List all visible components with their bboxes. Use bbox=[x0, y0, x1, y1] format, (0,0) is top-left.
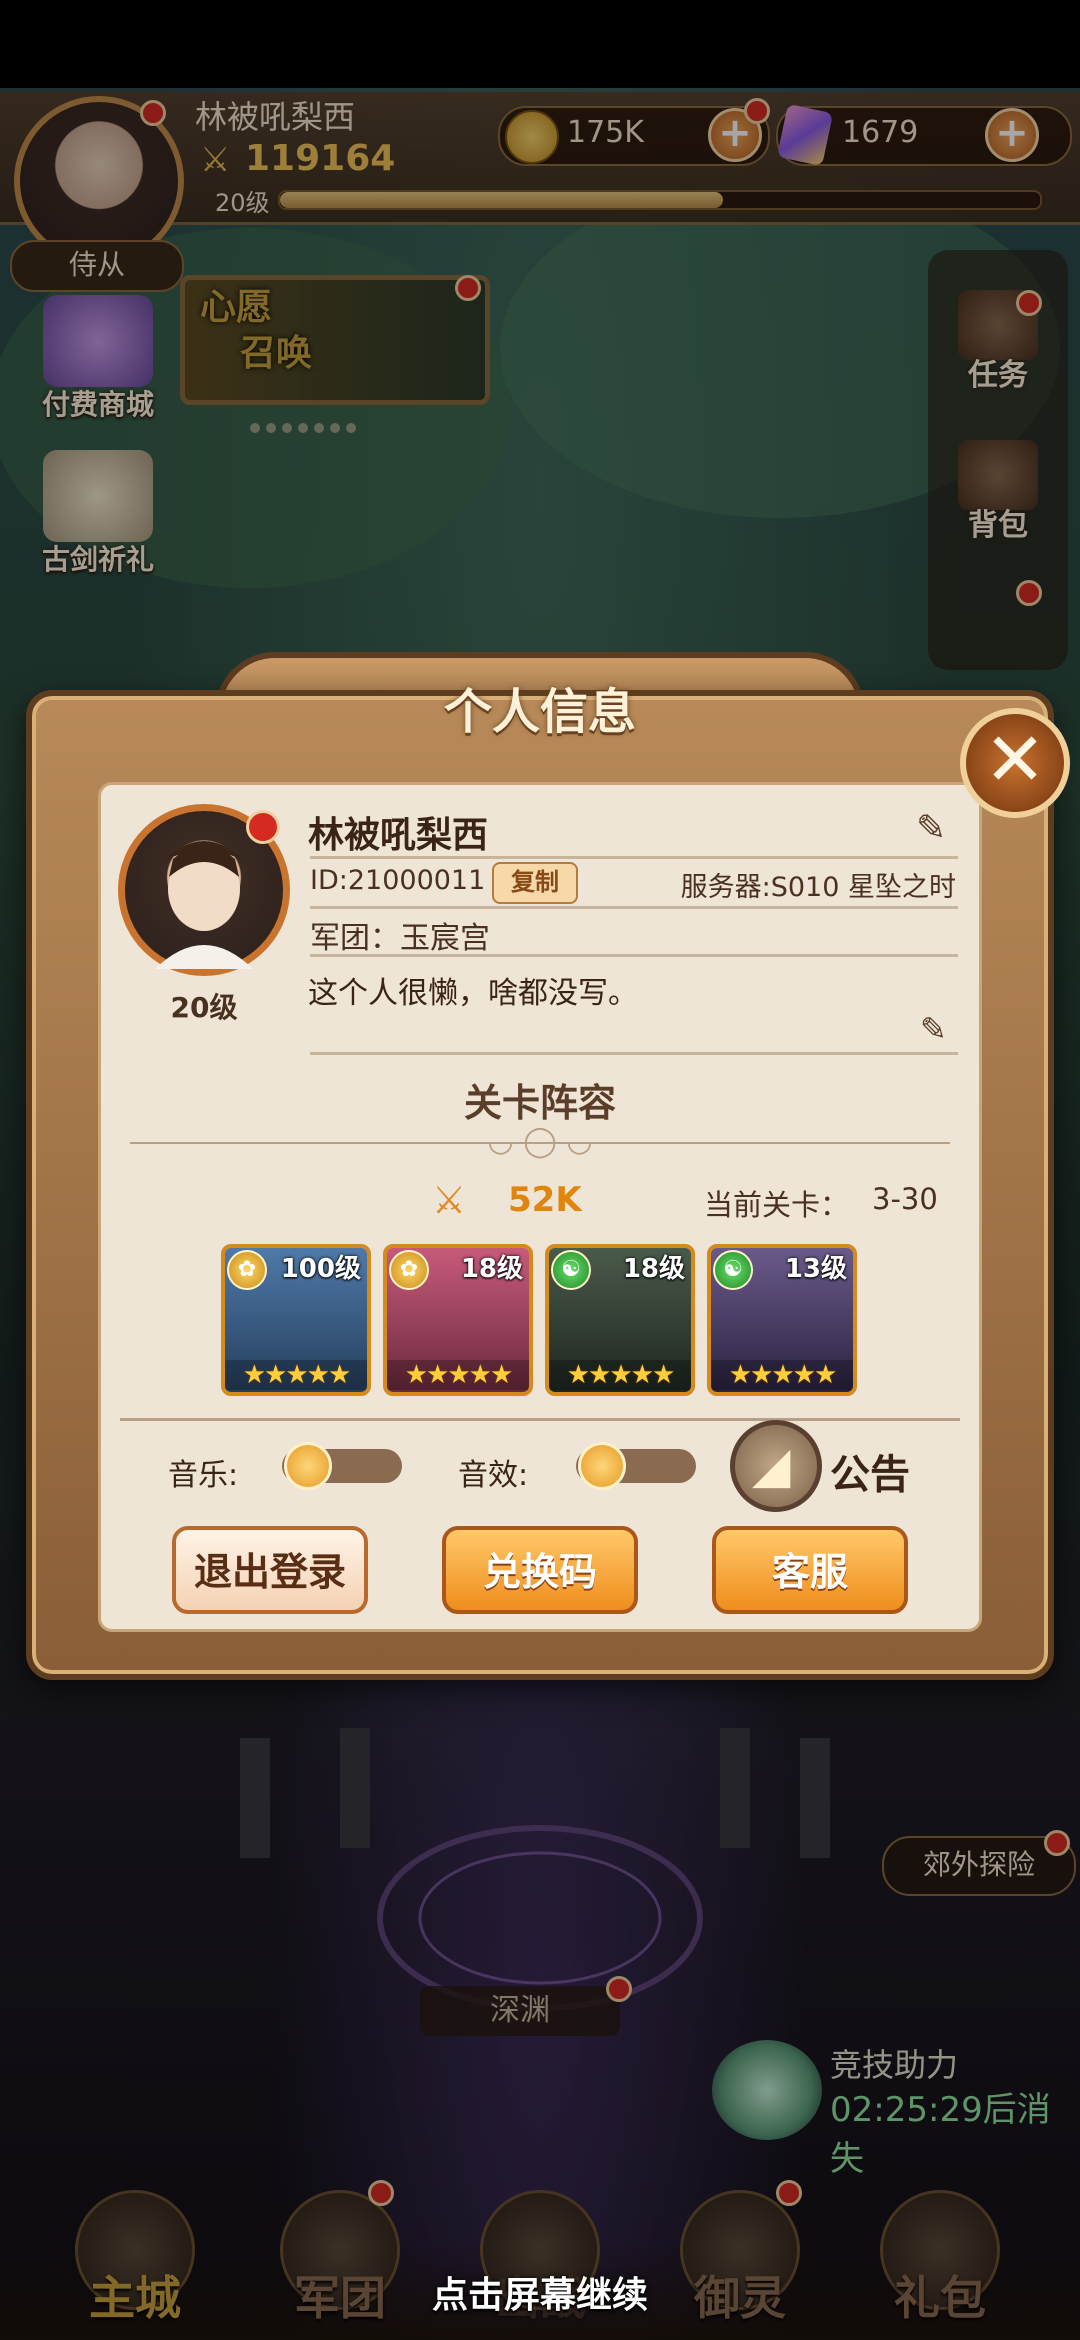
lineup-power: 52K bbox=[508, 1180, 582, 1220]
hero-card[interactable]: ✿ 100级 ★★★★★ bbox=[221, 1244, 371, 1396]
profile-name: 林被吼梨西 bbox=[308, 815, 489, 856]
current-stage-value: 3-30 bbox=[872, 1182, 938, 1216]
divider bbox=[310, 906, 958, 909]
hero-level: 13级 bbox=[784, 1254, 847, 1284]
divider bbox=[310, 1052, 958, 1055]
divider bbox=[310, 856, 958, 859]
modal-title: 个人信息 bbox=[443, 684, 636, 740]
sfx-toggle-knob[interactable] bbox=[578, 1442, 626, 1490]
edit-bio-icon[interactable]: ✎ bbox=[920, 1010, 947, 1048]
hero-level: 100级 bbox=[280, 1254, 361, 1284]
music-toggle-knob[interactable] bbox=[284, 1442, 332, 1490]
hero-stars: ★★★★★ bbox=[225, 1360, 367, 1390]
green-element-icon: ☯ bbox=[713, 1250, 753, 1290]
profile-level: 20级 bbox=[170, 991, 238, 1024]
close-button[interactable]: ✕ bbox=[960, 708, 1070, 818]
redeem-code-button[interactable]: 兑换码 bbox=[442, 1526, 638, 1614]
ornament-icon: ◡ ◯ ◡ bbox=[487, 1124, 593, 1159]
music-label: 音乐: bbox=[168, 1458, 239, 1493]
green-element-icon: ☯ bbox=[551, 1250, 591, 1290]
status-bar bbox=[0, 0, 1080, 88]
profile-bio: 这个人很懒，啥都没写。 bbox=[308, 976, 638, 1011]
crossed-swords-icon: ⚔ bbox=[432, 1178, 467, 1222]
profile-notification-dot bbox=[246, 810, 280, 844]
hero-card[interactable]: ☯ 18级 ★★★★★ bbox=[545, 1244, 695, 1396]
megaphone-icon: ◢ bbox=[752, 1436, 791, 1494]
hero-stars: ★★★★★ bbox=[711, 1360, 853, 1390]
logout-button[interactable]: 退出登录 bbox=[172, 1526, 368, 1614]
server-info: 服务器:S010 星坠之时 bbox=[680, 872, 956, 903]
hero-card[interactable]: ✿ 18级 ★★★★★ bbox=[383, 1244, 533, 1396]
hero-level: 18级 bbox=[622, 1254, 685, 1284]
settings-divider bbox=[120, 1418, 960, 1421]
divider bbox=[310, 954, 958, 957]
tap-to-continue-hint: 点击屏幕继续 bbox=[431, 2275, 648, 2316]
lineup-title: 关卡阵容 bbox=[463, 1081, 616, 1125]
copy-id-button[interactable]: 复制 bbox=[492, 862, 578, 904]
gold-element-icon: ✿ bbox=[227, 1250, 267, 1290]
hero-level: 18级 bbox=[460, 1254, 523, 1284]
gold-element-icon: ✿ bbox=[389, 1250, 429, 1290]
hero-card[interactable]: ☯ 13级 ★★★★★ bbox=[707, 1244, 857, 1396]
current-stage-label: 当前关卡： bbox=[704, 1188, 850, 1222]
hero-stars: ★★★★★ bbox=[549, 1360, 691, 1390]
sfx-label: 音效: bbox=[458, 1458, 529, 1493]
edit-name-icon[interactable]: ✎ bbox=[916, 808, 946, 849]
customer-service-button[interactable]: 客服 bbox=[712, 1526, 908, 1614]
profile-id: ID:21000011 bbox=[310, 865, 486, 896]
hero-stars: ★★★★★ bbox=[387, 1360, 529, 1390]
notice-label[interactable]: 公告 bbox=[830, 1442, 910, 1500]
legion-info: 军团：玉宸宫 bbox=[310, 921, 490, 956]
